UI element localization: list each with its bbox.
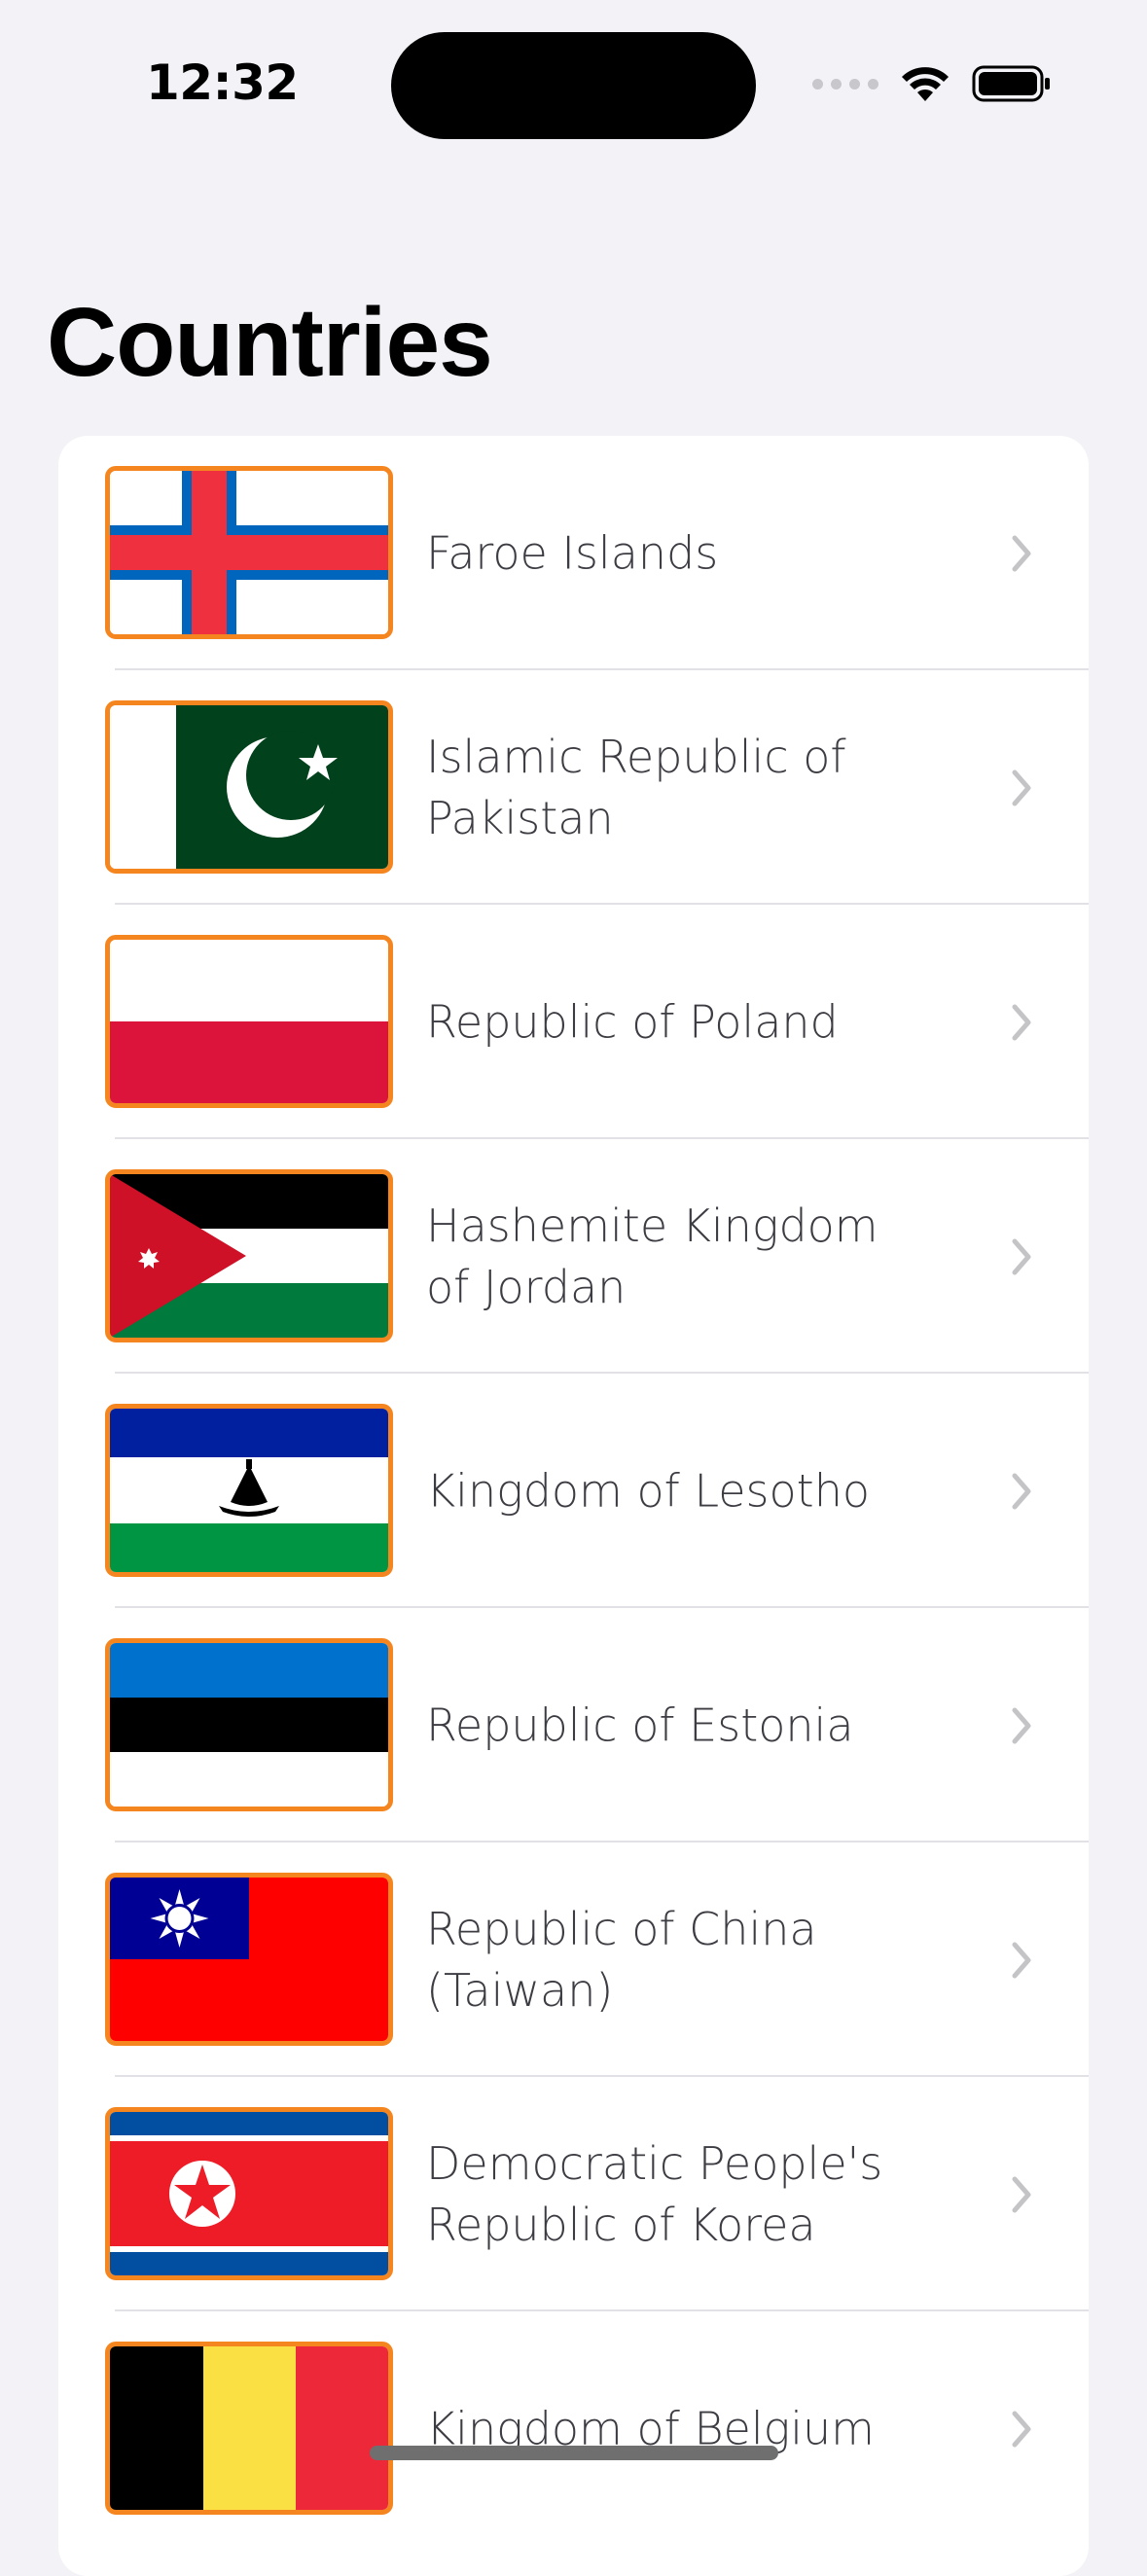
list-item[interactable]: Kingdom of Belgium xyxy=(58,2311,1089,2546)
country-name: Hashemite Kingdom of Jordan xyxy=(426,1199,878,1313)
list-item[interactable]: Islamic Republic of Pakistan xyxy=(58,670,1089,905)
list-item[interactable]: Republic of Poland xyxy=(58,905,1089,1139)
country-name: Faroe Islands xyxy=(426,526,719,579)
status-bar: 12:32 xyxy=(0,0,1147,175)
home-indicator[interactable] xyxy=(370,2446,778,2460)
jordan-flag-icon xyxy=(105,1169,393,1342)
country-list: Faroe Islands Islamic Republic of Pakist… xyxy=(58,436,1089,2576)
north-korea-flag-icon xyxy=(105,2107,393,2280)
status-indicators xyxy=(812,64,1052,103)
chevron-right-icon xyxy=(1012,2176,1031,2212)
pakistan-flag-icon xyxy=(105,700,393,874)
belgium-flag-icon xyxy=(105,2342,393,2515)
faroe-islands-flag-icon xyxy=(105,466,393,639)
country-name: Republic of Estonia xyxy=(426,1699,854,1751)
taiwan-flag-icon xyxy=(105,1873,393,2046)
country-name: Islamic Republic of Pakistan xyxy=(426,730,846,844)
chevron-right-icon xyxy=(1012,535,1031,571)
list-item[interactable]: Democratic People's Republic of Korea xyxy=(58,2077,1089,2311)
battery-icon xyxy=(972,65,1050,102)
cellular-signal-icon xyxy=(812,78,878,89)
wifi-icon xyxy=(902,67,949,101)
country-name: Kingdom of Lesotho xyxy=(426,1464,871,1517)
list-item[interactable]: Faroe Islands xyxy=(58,436,1089,670)
list-item[interactable]: Republic of Estonia xyxy=(58,1608,1089,1843)
chevron-right-icon xyxy=(1012,1004,1031,1040)
status-time: 12:32 xyxy=(146,54,299,111)
country-name: Republic of China (Taiwan) xyxy=(426,1902,817,2017)
poland-flag-icon xyxy=(105,935,393,1108)
list-item[interactable]: Republic of China (Taiwan) xyxy=(58,1843,1089,2077)
dynamic-island xyxy=(391,32,756,139)
chevron-right-icon xyxy=(1012,769,1031,805)
chevron-right-icon xyxy=(1012,1473,1031,1509)
country-name: Republic of Poland xyxy=(426,995,839,1048)
chevron-right-icon xyxy=(1012,1707,1031,1743)
country-name: Democratic People's Republic of Korea xyxy=(426,2136,883,2251)
list-item[interactable]: Kingdom of Lesotho xyxy=(58,1374,1089,1608)
estonia-flag-icon xyxy=(105,1638,393,1811)
chevron-right-icon xyxy=(1012,2411,1031,2447)
lesotho-flag-icon xyxy=(105,1404,393,1577)
list-item[interactable]: Hashemite Kingdom of Jordan xyxy=(58,1139,1089,1374)
chevron-right-icon xyxy=(1012,1238,1031,1274)
chevron-right-icon xyxy=(1012,1942,1031,1978)
page-title: Countries xyxy=(47,288,493,397)
